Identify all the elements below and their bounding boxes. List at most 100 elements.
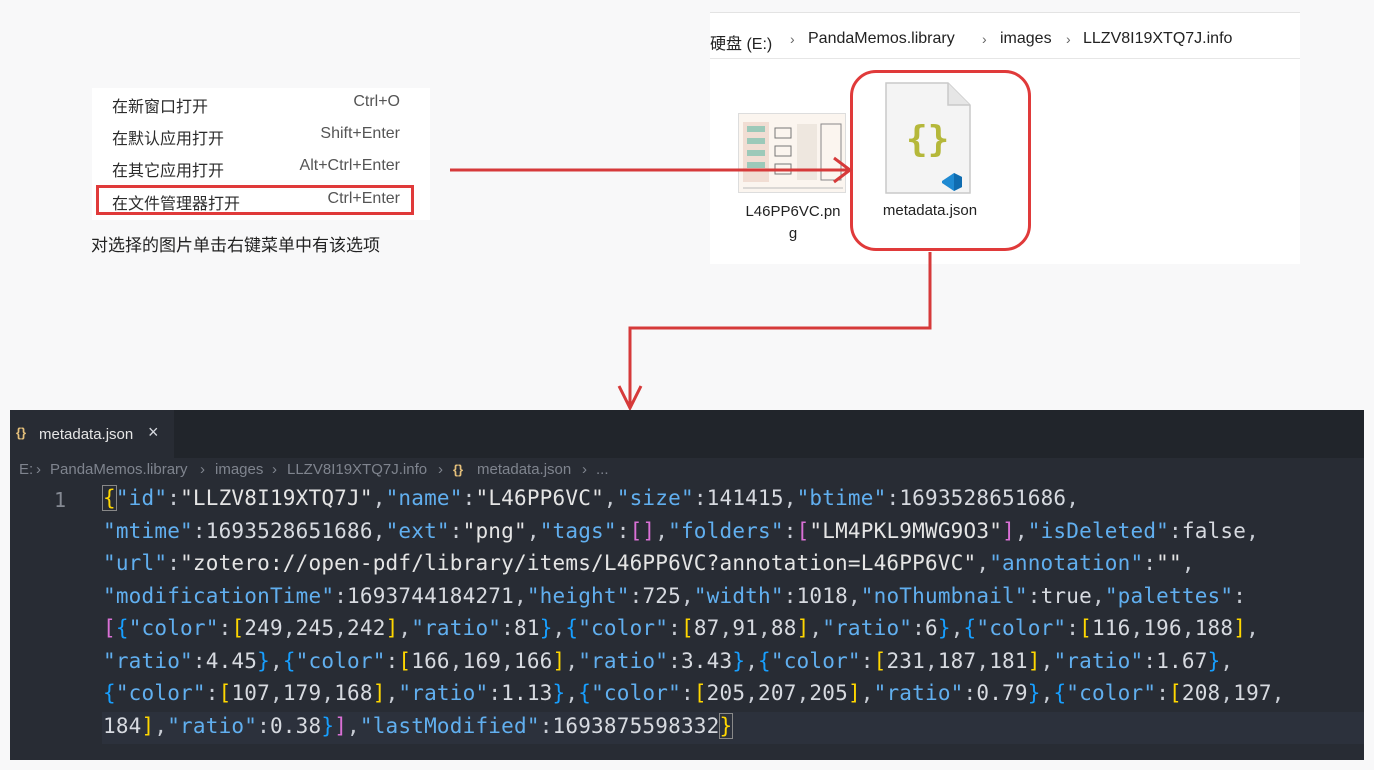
value-color: 205 — [809, 681, 848, 705]
value-ratio: 81 — [514, 616, 540, 640]
value-isdeleted: false — [1181, 519, 1247, 543]
code-line: {"id":"LLZV8I19XTQ7J","name":"L46PP6VC",… — [102, 485, 1080, 511]
value-ratio: 1.67 — [1156, 649, 1208, 673]
value-ratio: 0.79 — [976, 681, 1028, 705]
value-btime: 1693528651686 — [899, 486, 1067, 510]
editor-breadcrumb: E: › PandaMemos.library › images › LLZV8… — [10, 458, 1364, 484]
image-thumbnail-icon[interactable] — [738, 113, 846, 193]
menu-item-label: 在其它应用打开 — [112, 161, 225, 180]
menu-item-open-default-app[interactable]: 在默认应用打开 Shift+Enter — [92, 120, 430, 152]
value-folder: LM4PKL9MWG9O3 — [822, 519, 990, 543]
chevron-right-icon: › — [200, 461, 205, 478]
value-ratio: 1.13 — [501, 681, 553, 705]
value-color: 107 — [231, 681, 270, 705]
value-color: 87 — [693, 616, 720, 640]
menu-item-label: 在默认应用打开 — [112, 129, 225, 148]
highlight-box — [850, 70, 1031, 251]
value-size: 141415 — [706, 486, 784, 510]
json-icon: {} — [16, 425, 27, 440]
value-color: 179 — [282, 681, 322, 705]
file-name-line: L46PP6VC.pn — [745, 203, 841, 220]
file-name-png[interactable]: L46PP6VC.pn g — [728, 201, 858, 245]
chevron-right-icon: › — [1066, 31, 1071, 47]
value-ratio: 3.43 — [680, 649, 733, 673]
breadcrumb-file[interactable]: metadata.json — [477, 461, 571, 478]
value-color: 88 — [770, 616, 797, 640]
value-color: 205 — [706, 681, 746, 705]
value-lastmodified: 1693875598332 — [552, 714, 720, 738]
menu-item-shortcut: Alt+Ctrl+Enter — [299, 157, 400, 174]
value-color: 184 — [103, 714, 142, 738]
menu-item-shortcut: Shift+Enter — [320, 125, 400, 142]
value-ratio: 6 — [925, 616, 938, 640]
chevron-right-icon: › — [272, 461, 277, 478]
value-color: 181 — [989, 649, 1028, 673]
code-line: [{"color":[249,245,242],"ratio":81},{"co… — [103, 616, 1259, 640]
chevron-right-icon: › — [36, 461, 41, 478]
value-color: 245 — [295, 616, 335, 640]
value-ratio: 4.45 — [205, 649, 258, 673]
tab-label: metadata.json — [39, 426, 134, 443]
value-color: 188 — [1194, 616, 1234, 640]
code-line: "modificationTime":1693744184271,"height… — [103, 584, 1247, 608]
value-color: 197 — [1233, 681, 1272, 705]
chevron-right-icon: › — [790, 31, 795, 47]
code-area[interactable]: 1 {"id":"LLZV8I19XTQ7J","name":"L46PP6VC… — [10, 484, 1364, 760]
tab-metadata-json[interactable]: {} metadata.json × — [10, 410, 174, 458]
value-color: 116 — [1091, 616, 1131, 640]
breadcrumb-library[interactable]: PandaMemos.library — [808, 30, 955, 48]
code-line: "url":"zotero://open-pdf/library/items/L… — [103, 551, 1195, 575]
breadcrumb-library[interactable]: PandaMemos.library — [50, 461, 188, 478]
breadcrumb-info[interactable]: LLZV8I19XTQ7J.info — [287, 461, 427, 478]
value-width: 1018 — [796, 584, 848, 608]
breadcrumb-images[interactable]: images — [1000, 30, 1052, 48]
address-breadcrumb: 硬盘 (E:) › PandaMemos.library › images › … — [710, 19, 1300, 59]
menu-item-open-new-window[interactable]: 在新窗口打开 Ctrl+O — [92, 88, 430, 120]
chevron-right-icon: › — [582, 461, 587, 478]
code-editor: {} metadata.json × E: › PandaMemos.libra… — [10, 410, 1364, 760]
menu-caption: 对选择的图片单击右键菜单中有该选项 — [91, 236, 380, 256]
value-color: 196 — [1143, 616, 1182, 640]
value-ratio: 0.38 — [269, 714, 322, 738]
breadcrumb-images[interactable]: images — [215, 461, 263, 478]
line-number: 1 — [54, 488, 67, 512]
close-icon[interactable]: × — [148, 422, 159, 443]
file-explorer: 硬盘 (E:) › PandaMemos.library › images › … — [710, 12, 1300, 264]
breadcrumb-drive[interactable]: 硬盘 (E:) — [710, 30, 772, 54]
value-mtime: 1693528651686 — [205, 519, 373, 543]
json-icon: {} — [453, 462, 464, 477]
chevron-right-icon: › — [438, 461, 443, 478]
code-line: "ratio":4.45},{"color":[166,169,166],"ra… — [103, 649, 1234, 673]
context-menu: 在新窗口打开 Ctrl+O 在默认应用打开 Shift+Enter 在其它应用打… — [92, 88, 430, 220]
chevron-right-icon: › — [982, 31, 987, 47]
value-height: 725 — [642, 584, 681, 608]
file-name-line: g — [788, 225, 798, 242]
value-ext: png — [475, 519, 514, 543]
value-name: L46PP6VC — [488, 486, 592, 510]
value-color: 168 — [334, 681, 373, 705]
value-color: 242 — [347, 616, 386, 640]
menu-item-open-other-app[interactable]: 在其它应用打开 Alt+Ctrl+Enter — [92, 152, 430, 184]
code-line: "mtime":1693528651686,"ext":"png","tags"… — [103, 519, 1259, 543]
breadcrumb-info[interactable]: LLZV8I19XTQ7J.info — [1083, 30, 1232, 48]
code-line: {"color":[107,179,168],"ratio":1.13},{"c… — [103, 681, 1285, 705]
value-modificationtime: 1693744184271 — [347, 584, 514, 608]
value-id: LLZV8I19XTQ7J — [192, 486, 360, 510]
breadcrumb-more[interactable]: ... — [596, 461, 609, 478]
value-color: 169 — [462, 649, 502, 673]
value-color: 166 — [514, 649, 553, 673]
value-color: 166 — [411, 649, 450, 673]
value-color: 187 — [937, 649, 977, 673]
value-nothumbnail: true — [1040, 584, 1092, 608]
menu-item-label: 在新窗口打开 — [112, 97, 209, 116]
code-line: 184],"ratio":0.38}],"lastModified":16938… — [103, 713, 734, 739]
value-color: 249 — [244, 616, 283, 640]
value-url: zotero://open-pdf/library/items/L46PP6VC… — [192, 551, 964, 575]
breadcrumb-drive[interactable]: E: — [19, 461, 33, 478]
tab-bar: {} metadata.json × — [10, 410, 1364, 458]
menu-item-shortcut: Ctrl+O — [353, 93, 400, 110]
value-color: 91 — [732, 616, 759, 640]
value-color: 208 — [1181, 681, 1221, 705]
highlight-box — [96, 185, 414, 215]
value-color: 207 — [758, 681, 797, 705]
